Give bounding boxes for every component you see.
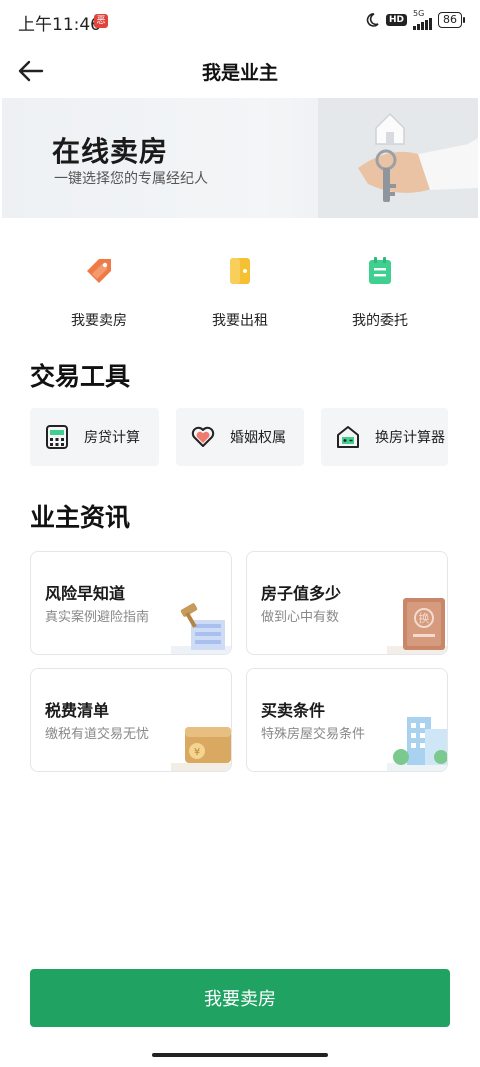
gavel-icon — [171, 603, 231, 654]
hd-badge: HD — [385, 14, 407, 26]
quick-actions: 我要卖房 我要出租 我的委托 — [0, 250, 480, 330]
card-subtitle: 缴税有道交易无忧 — [45, 727, 150, 742]
rent-door-icon — [230, 258, 250, 284]
tool-house-exchange-calculator[interactable]: 换房计算器 — [321, 408, 448, 466]
info-card-risk[interactable]: 风险早知道 真实案例避险指南 — [30, 551, 232, 655]
svg-text:¥: ¥ — [194, 747, 200, 758]
calculator-icon — [46, 425, 68, 449]
quick-action-label: 我要出租 — [212, 313, 268, 329]
info-card-tax[interactable]: 税费清单 缴税有道交易无忧 ¥ — [30, 668, 232, 772]
card-title: 风险早知道 — [45, 584, 126, 603]
certificate-book-icon: 换 — [387, 598, 447, 654]
banner-subtitle: 一键选择您的专属经纪人 — [54, 171, 208, 187]
wallet-icon: ¥ — [171, 727, 231, 771]
card-title: 税费清单 — [45, 701, 110, 720]
info-card-valuation[interactable]: 房子值多少 做到心中有数 换 — [246, 551, 448, 655]
certificate-badge: 换 — [419, 611, 430, 625]
sell-tag-icon — [87, 259, 111, 283]
tool-label: 房贷计算 — [84, 430, 140, 446]
sell-online-banner[interactable]: 在线卖房 一键选择您的专属经纪人 — [2, 98, 478, 218]
battery-icon: 86 — [438, 12, 465, 28]
info-card-conditions[interactable]: 买卖条件 特殊房屋交易条件 — [246, 668, 448, 772]
card-subtitle: 真实案例避险指南 — [45, 610, 150, 625]
tool-mortgage-calculator[interactable]: 房贷计算 — [30, 408, 159, 466]
signal-icon: 5G — [413, 10, 432, 30]
card-title: 房子值多少 — [261, 584, 342, 603]
heart-icon — [191, 426, 215, 447]
network-type: 5G — [413, 9, 425, 18]
sell-house-button[interactable]: 我要卖房 — [30, 969, 450, 1027]
tool-marriage-ownership[interactable]: 婚姻权属 — [176, 408, 304, 466]
moon-icon — [366, 13, 379, 27]
buildings-icon — [387, 717, 447, 771]
quick-action-rent[interactable]: 我要出租 — [185, 250, 295, 330]
card-subtitle: 做到心中有数 — [261, 610, 340, 625]
card-subtitle: 特殊房屋交易条件 — [261, 727, 366, 742]
banner-title: 在线卖房 — [52, 135, 169, 168]
quick-action-sell[interactable]: 我要卖房 — [44, 250, 154, 330]
tool-label: 婚姻权属 — [230, 430, 286, 446]
house-calculator-icon — [337, 426, 359, 448]
status-bar: 上午11:46 恶 HD 5G 86 — [0, 0, 480, 44]
card-title: 买卖条件 — [261, 701, 326, 720]
status-icons: HD 5G 86 — [364, 10, 465, 30]
status-time: 上午11:46 — [18, 15, 101, 35]
entrust-doc-icon — [369, 257, 391, 284]
home-indicator[interactable] — [152, 1053, 328, 1057]
quick-action-label: 我要卖房 — [71, 313, 127, 329]
tool-label: 换房计算器 — [375, 430, 445, 446]
notification-icon: 恶 — [94, 14, 108, 28]
hand-house-key-icon — [318, 98, 478, 218]
info-section-title: 业主资讯 — [30, 503, 131, 532]
tools-section-title: 交易工具 — [30, 362, 131, 391]
page-title: 我是业主 — [201, 62, 278, 84]
header: 我是业主 — [0, 44, 480, 96]
quick-action-label: 我的委托 — [352, 313, 408, 329]
quick-action-entrust[interactable]: 我的委托 — [325, 250, 435, 330]
